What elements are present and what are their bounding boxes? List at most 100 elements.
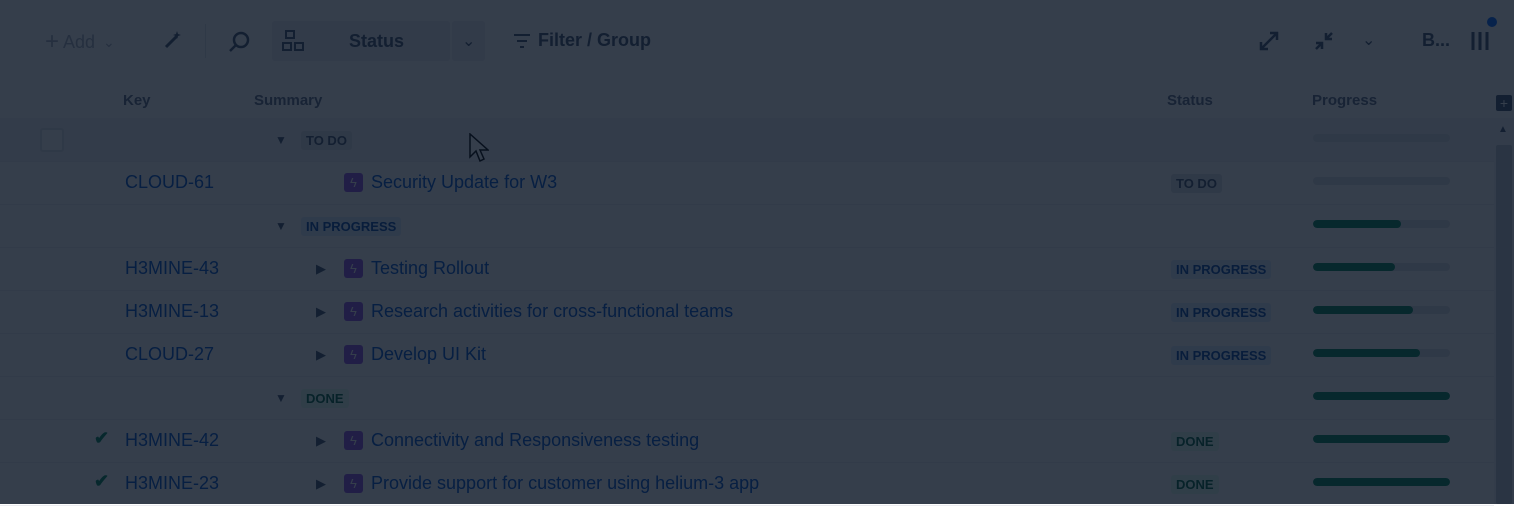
add-label: Add — [63, 31, 96, 52]
column-header-summary[interactable]: Summary — [254, 92, 322, 109]
status-badge[interactable]: DONE — [1171, 475, 1219, 494]
column-header-progress[interactable]: Progress — [1312, 92, 1377, 109]
search-icon — [229, 31, 250, 52]
progress-fill — [1313, 263, 1396, 271]
epic-icon: ϟ — [344, 345, 363, 364]
progress-fill — [1313, 392, 1450, 400]
hierarchy-icon — [282, 30, 304, 51]
filter-group-label: Filter / Group — [538, 30, 652, 50]
expand-all-button[interactable] — [1258, 30, 1280, 52]
caret-right-icon[interactable]: ▶ — [316, 433, 326, 449]
status-badge[interactable]: IN PROGRESS — [1171, 346, 1272, 365]
toolbar: + Add ⌄ Status ⌄ Filter / Group ⌄ B... — [0, 0, 1514, 84]
user-button[interactable]: B... — [1422, 30, 1450, 51]
progress-fill — [1313, 435, 1450, 443]
caret-right-icon[interactable]: ▶ — [316, 476, 326, 492]
issue-key-link[interactable]: H3MINE-23 — [125, 473, 219, 494]
group-row-todo[interactable]: ▼ TO DO — [0, 118, 1494, 162]
issue-key-link[interactable]: CLOUD-27 — [125, 344, 214, 365]
issue-key-link[interactable]: H3MINE-42 — [125, 430, 219, 451]
issue-key-link[interactable]: CLOUD-61 — [125, 172, 214, 193]
scrollbar-thumb[interactable] — [1496, 145, 1512, 504]
caret-right-icon[interactable]: ▶ — [316, 261, 326, 277]
caret-down-icon[interactable]: ▼ — [275, 391, 287, 405]
progress-fill — [1313, 349, 1420, 357]
mouse-pointer-icon — [469, 133, 489, 163]
epic-icon: ϟ — [344, 431, 363, 450]
table-row[interactable]: ✔ H3MINE-23 ▶ ϟ Provide support for cust… — [0, 462, 1494, 506]
epic-icon: ϟ — [344, 173, 363, 192]
filter-group-button[interactable]: Filter / Group — [512, 30, 651, 51]
progress-bar — [1313, 177, 1450, 185]
caret-right-icon[interactable]: ▶ — [316, 347, 326, 363]
progress-bar — [1313, 349, 1450, 357]
progress-fill — [1313, 478, 1450, 486]
epic-icon: ϟ — [344, 259, 363, 278]
table-row[interactable]: ✔ H3MINE-42 ▶ ϟ Connectivity and Respons… — [0, 419, 1494, 463]
status-select-label: Status — [349, 31, 405, 51]
group-row-done[interactable]: ▼ DONE — [0, 376, 1494, 420]
collapse-icon — [1315, 32, 1333, 50]
caret-down-icon[interactable]: ▼ — [275, 133, 287, 147]
table-row[interactable]: H3MINE-13 ▶ ϟ Research activities for cr… — [0, 290, 1494, 334]
table-row[interactable]: CLOUD-27 ▶ ϟ Develop UI Kit IN PROGRESS — [0, 333, 1494, 377]
issue-key-link[interactable]: H3MINE-43 — [125, 258, 219, 279]
chevron-down-icon: ⌄ — [1362, 32, 1376, 49]
epic-icon: ϟ — [344, 302, 363, 321]
magic-wand-icon — [164, 31, 181, 49]
progress-fill — [1313, 220, 1401, 228]
issue-summary-link[interactable]: Security Update for W3 — [371, 172, 557, 193]
user-initial: B... — [1422, 30, 1451, 50]
chevron-down-icon: ⌄ — [103, 33, 115, 50]
column-header-status[interactable]: Status — [1167, 92, 1213, 109]
issue-summary-link[interactable]: Testing Rollout — [371, 258, 489, 279]
status-group-select[interactable]: Status — [272, 21, 450, 61]
group-row-in-progress[interactable]: ▼ IN PROGRESS — [0, 204, 1494, 248]
magic-wand-button[interactable] — [162, 28, 184, 50]
table-row[interactable]: H3MINE-43 ▶ ϟ Testing Rollout IN PROGRES… — [0, 247, 1494, 291]
progress-fill — [1313, 306, 1413, 314]
status-badge[interactable]: IN PROGRESS — [1171, 303, 1272, 322]
progress-bar — [1313, 435, 1450, 443]
group-label: DONE — [301, 389, 349, 408]
progress-bar — [1313, 306, 1450, 314]
resolved-check-icon: ✔ — [94, 471, 110, 491]
caret-right-icon[interactable]: ▶ — [316, 304, 326, 320]
progress-bar — [1313, 134, 1450, 142]
issue-summary-link[interactable]: Connectivity and Responsiveness testing — [371, 430, 699, 451]
more-options-button[interactable]: ⌄ — [1362, 30, 1375, 50]
epic-icon: ϟ — [344, 474, 363, 493]
progress-bar — [1313, 392, 1450, 400]
plus-icon: + — [45, 28, 60, 55]
expand-icon — [1259, 31, 1279, 51]
issue-summary-link[interactable]: Develop UI Kit — [371, 344, 486, 365]
progress-bar — [1313, 263, 1450, 271]
columns-button[interactable] — [1470, 30, 1490, 52]
collapse-all-button[interactable] — [1313, 30, 1335, 52]
search-button[interactable] — [228, 30, 252, 54]
progress-bar — [1313, 478, 1450, 486]
column-header-key[interactable]: Key — [123, 92, 151, 109]
row-select-checkbox[interactable] — [40, 128, 64, 152]
status-badge[interactable]: DONE — [1171, 432, 1219, 451]
status-badge[interactable]: TO DO — [1171, 174, 1222, 193]
issue-key-link[interactable]: H3MINE-13 — [125, 301, 219, 322]
notification-dot — [1487, 17, 1497, 27]
scroll-up-arrow-icon[interactable]: ▲ — [1498, 124, 1508, 135]
group-label: TO DO — [301, 131, 352, 150]
status-dropdown-button[interactable]: ⌄ — [452, 21, 485, 61]
add-column-icon[interactable]: + — [1496, 95, 1512, 111]
caret-down-icon[interactable]: ▼ — [275, 219, 287, 233]
resolved-check-icon: ✔ — [94, 428, 110, 448]
chevron-down-icon: ⌄ — [462, 33, 476, 50]
group-label: IN PROGRESS — [301, 217, 402, 236]
add-button[interactable]: + Add ⌄ — [45, 28, 115, 56]
status-badge[interactable]: IN PROGRESS — [1171, 260, 1272, 279]
issue-summary-link[interactable]: Provide support for customer using heliu… — [371, 473, 759, 494]
progress-bar — [1313, 220, 1450, 228]
issue-summary-link[interactable]: Research activities for cross-functional… — [371, 301, 733, 322]
toolbar-divider — [205, 24, 206, 58]
columns-icon — [1471, 32, 1489, 50]
table-row[interactable]: CLOUD-61 ϟ Security Update for W3 TO DO — [0, 161, 1494, 205]
filter-icon — [514, 33, 530, 48]
